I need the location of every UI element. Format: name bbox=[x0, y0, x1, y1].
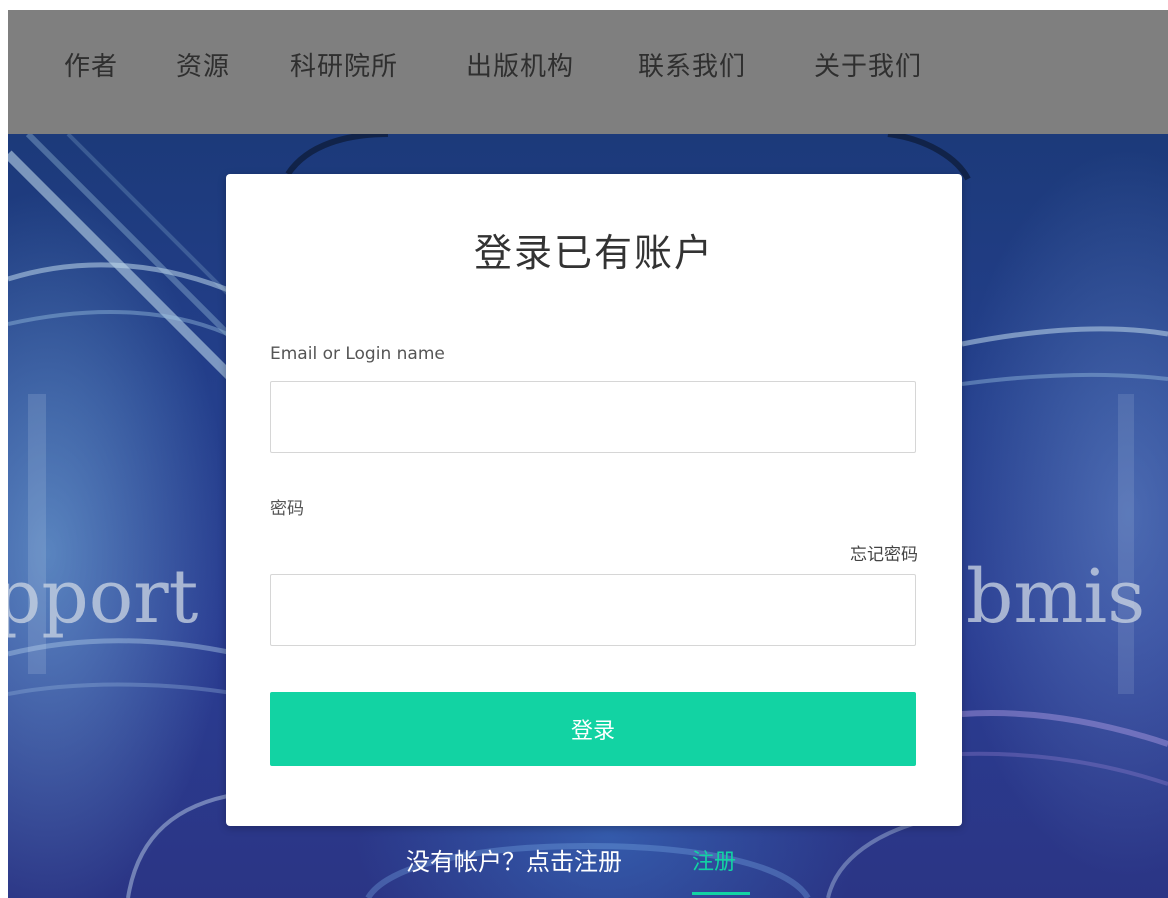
nav-item-research-institutes[interactable]: 科研院所 bbox=[290, 46, 398, 83]
hero-text-right: bmis bbox=[966, 554, 1146, 640]
top-navigation: 作者 资源 科研院所 出版机构 联系我们 关于我们 bbox=[8, 10, 1168, 134]
register-link[interactable]: 注册 bbox=[692, 844, 736, 876]
nav-item-publishers[interactable]: 出版机构 bbox=[466, 46, 574, 83]
password-label: 密码 bbox=[270, 499, 304, 519]
email-field[interactable] bbox=[270, 381, 916, 453]
register-prompt: 没有帐户？点击注册 bbox=[406, 848, 622, 876]
nav-item-resources[interactable]: 资源 bbox=[176, 46, 230, 83]
register-link-underline bbox=[692, 892, 750, 895]
screen: 作者 资源 科研院所 出版机构 联系我们 关于我们 pport bmis 登录已… bbox=[8, 10, 1168, 898]
email-label: Email or Login name bbox=[270, 344, 445, 364]
login-title: 登录已有账户 bbox=[473, 231, 714, 275]
nav-item-about-us[interactable]: 关于我们 bbox=[814, 46, 922, 83]
nav-item-contact-us[interactable]: 联系我们 bbox=[638, 46, 746, 83]
hero-text-left: pport bbox=[8, 554, 199, 640]
login-button[interactable]: 登录 bbox=[270, 692, 916, 766]
password-field[interactable] bbox=[270, 574, 916, 646]
login-card: 登录已有账户 Email or Login name 密码 忘记密码 登录 bbox=[226, 174, 962, 826]
forgot-password-link[interactable]: 忘记密码 bbox=[850, 540, 918, 565]
nav-item-authors[interactable]: 作者 bbox=[64, 46, 118, 83]
